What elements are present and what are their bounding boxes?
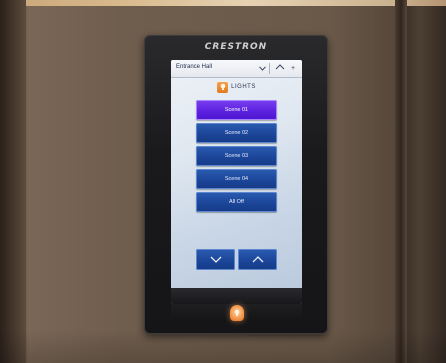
wall-shadow bbox=[0, 330, 446, 363]
room-select-button[interactable] bbox=[256, 62, 268, 74]
lightbulb-icon bbox=[234, 309, 239, 316]
section-header: LIGHTS bbox=[171, 80, 302, 94]
chevron-down-icon bbox=[258, 65, 266, 71]
hardware-button-bar bbox=[171, 304, 302, 322]
topbar-divider bbox=[269, 63, 270, 74]
scene-button-1[interactable]: Scene 01 bbox=[196, 100, 277, 120]
scene-list: Scene 01 Scene 02 Scene 03 Scene 04 All … bbox=[196, 100, 277, 215]
chevron-up-icon bbox=[252, 256, 263, 263]
scroll-up-button[interactable] bbox=[238, 249, 277, 270]
scene-button-4[interactable]: Scene 04 bbox=[196, 169, 277, 189]
touch-screen: Entrance Hall + LIGHTS Scene 01 Scene 02… bbox=[171, 60, 302, 304]
scroll-down-button[interactable] bbox=[196, 249, 235, 270]
top-bar: Entrance Hall + bbox=[171, 60, 302, 78]
section-title: LIGHTS bbox=[231, 84, 256, 90]
home-button[interactable] bbox=[273, 62, 287, 74]
scene-button-2[interactable]: Scene 02 bbox=[196, 123, 277, 143]
door-frame-left bbox=[0, 0, 26, 363]
home-icon bbox=[275, 63, 285, 69]
touch-panel-device: CRESTRON Entrance Hall + LIGHTS Scene 01… bbox=[144, 35, 328, 334]
lightbulb-icon bbox=[217, 81, 229, 93]
arrow-controls bbox=[196, 249, 277, 270]
wall-background: CRESTRON Entrance Hall + LIGHTS Scene 01… bbox=[0, 0, 446, 363]
wall-top-strip bbox=[0, 0, 446, 6]
all-off-button[interactable]: All Off bbox=[196, 192, 277, 212]
more-button[interactable]: + bbox=[288, 62, 298, 74]
lights-hard-key[interactable] bbox=[229, 305, 244, 321]
door-frame-right bbox=[395, 0, 407, 363]
screen-bottom-bar bbox=[171, 288, 302, 304]
brand-logo: CRESTRON bbox=[204, 42, 268, 52]
room-name: Entrance Hall bbox=[176, 64, 213, 70]
chevron-down-icon bbox=[210, 256, 221, 263]
scene-button-3[interactable]: Scene 03 bbox=[196, 146, 277, 166]
